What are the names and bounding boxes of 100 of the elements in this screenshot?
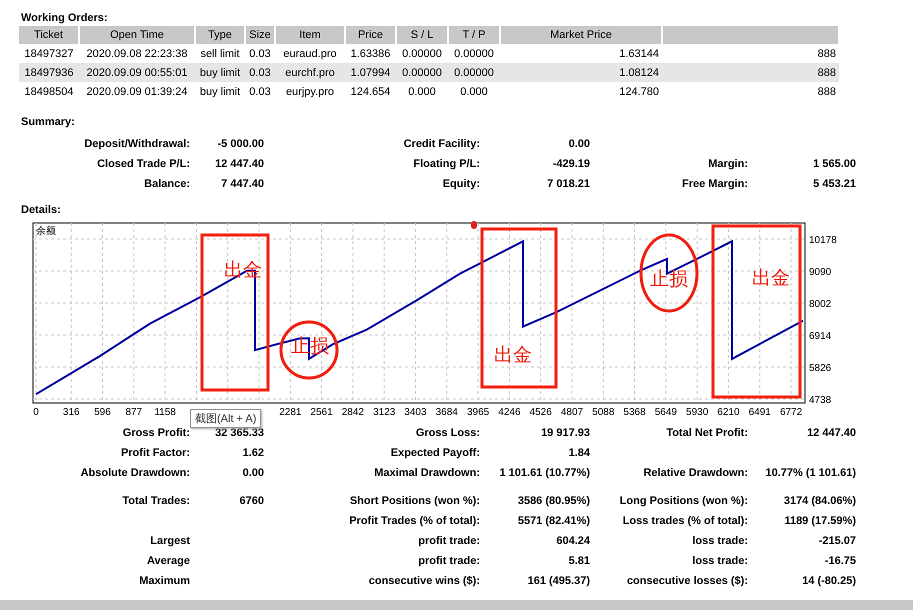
stat-value: -429.19 [552, 157, 591, 172]
table-cell: 1.07994 [345, 63, 396, 82]
stat-label: Relative Drawdown: [642, 466, 748, 481]
tooltip: 截图(Alt + A) [190, 409, 262, 428]
stat-value: 604.24 [555, 534, 591, 549]
axis-tick-label: 10178 [809, 235, 837, 246]
axis-tick-label: 5826 [809, 363, 832, 374]
stat-value: 32 365.33 [214, 426, 265, 441]
stat-label: Balance: [143, 177, 190, 192]
column-header: Price [345, 26, 396, 44]
table-cell: 0.00000 [448, 63, 500, 82]
annotation-label: 出金 [752, 268, 790, 289]
table-cell: 888 [662, 82, 839, 101]
stat-value: 1.62 [242, 446, 265, 461]
stat-label: Closed Trade P/L: [96, 157, 190, 172]
axis-tick-label: 3123 [373, 407, 396, 418]
table-cell: 2020.09.08 22:23:38 [79, 44, 195, 63]
stat-label: Loss trades (% of total): [622, 514, 748, 529]
table-cell: 124.780 [500, 82, 662, 101]
stat-label: Equity: [442, 177, 480, 192]
column-header: T / P [448, 26, 500, 44]
axis-tick-label: 4738 [809, 395, 832, 406]
stat-value: 19 917.93 [540, 426, 591, 441]
stat-label: Free Margin: [680, 177, 748, 192]
marker-icon [471, 221, 477, 229]
section-title: Summary: [20, 115, 76, 130]
stat-label: Profit Trades (% of total): [348, 514, 480, 529]
column-header: Type [195, 26, 245, 44]
stat-value: -16.75 [824, 554, 857, 569]
stat-label: Credit Facility: [402, 137, 480, 152]
table-cell: 0.00000 [396, 44, 448, 63]
stat-label: Long Positions (won %): [618, 494, 748, 509]
table-cell: 124.654 [345, 82, 396, 101]
column-header: Item [275, 26, 345, 44]
annotation-label: 止损 [650, 269, 688, 290]
axis-tick-label: 2281 [279, 407, 302, 418]
stat-value: 14 (-80.25) [801, 574, 857, 589]
stat-label: loss trade: [691, 534, 748, 549]
stat-value: 6760 [238, 494, 265, 509]
table-cell: 18498504 [19, 82, 79, 101]
stat-value: 0.00 [242, 466, 265, 481]
table-cell: 0.03 [245, 44, 275, 63]
stat-label: Total Net Profit: [665, 426, 748, 441]
stat-label: Gross Loss: [414, 426, 480, 441]
stat-value: 12 447.40 [214, 157, 265, 172]
axis-tick-label: 6914 [809, 331, 832, 342]
stat-value: -5 000.00 [216, 137, 265, 152]
axis-tick-label: 2561 [310, 407, 333, 418]
stat-label: Deposit/Withdrawal: [83, 137, 190, 152]
table-cell: euraud.pro [275, 44, 345, 63]
table-cell: eurchf.pro [275, 63, 345, 82]
stat-label: loss trade: [691, 554, 748, 569]
column-header: S / L [396, 26, 448, 44]
stat-label: Maximal Drawdown: [373, 466, 480, 481]
stat-value: 1189 (17.59%) [783, 514, 857, 529]
table-cell: buy limit [195, 82, 245, 101]
axis-tick-label: 4246 [498, 407, 521, 418]
table-cell: 0.000 [396, 82, 448, 101]
stat-value: 0.00 [568, 137, 591, 152]
stat-value: 3586 (80.95%) [516, 494, 591, 509]
axis-tick-label: 5930 [686, 407, 708, 418]
stat-label: Largest [149, 534, 190, 549]
section-title: Working Orders: [20, 11, 109, 26]
axis-tick-label: 3684 [436, 407, 458, 418]
axis-tick-label: 3965 [466, 407, 490, 418]
stat-label: Absolute Drawdown: [80, 466, 190, 481]
table-cell: 888 [662, 63, 839, 82]
table-cell: 0.03 [245, 63, 275, 82]
series-label: 余额 [36, 226, 56, 237]
axis-tick-label: 6491 [748, 407, 771, 418]
table-cell: 2020.09.09 00:55:01 [79, 63, 195, 82]
stat-label: Short Positions (won %): [348, 494, 480, 509]
table-cell: 1.08124 [500, 63, 662, 82]
table-cell: 18497936 [19, 63, 79, 82]
table-cell: 0.00000 [448, 44, 500, 63]
stat-value: 10.77% (1 101.61) [764, 466, 857, 481]
table-cell: 888 [662, 44, 839, 63]
scrollbar[interactable] [0, 600, 913, 610]
column-header: Size [245, 26, 275, 44]
stat-label: profit trade: [417, 534, 480, 549]
annotation-label: 出金 [494, 345, 532, 366]
axis-tick-label: 0 [33, 407, 39, 418]
stat-label: consecutive wins ($): [368, 574, 480, 589]
axis-tick-label: 6210 [717, 407, 740, 418]
axis-tick-label: 3403 [404, 407, 427, 418]
column-header: Open Time [79, 26, 195, 44]
stat-label: Maximum [138, 574, 190, 589]
axis-tick-label: 1158 [154, 407, 176, 418]
stat-label: profit trade: [417, 554, 480, 569]
stat-label: Expected Payoff: [390, 446, 480, 461]
stat-value: 1 565.00 [812, 157, 857, 172]
axis-tick-label: 6772 [780, 407, 802, 418]
table-cell: eurjpy.pro [275, 82, 345, 101]
stat-value: 1 101.61 (10.77%) [498, 466, 591, 481]
highlight-ellipse [280, 320, 338, 380]
table-cell: 2020.09.09 01:39:24 [79, 82, 195, 101]
axis-tick-label: 596 [94, 407, 111, 418]
table-cell: 18497327 [19, 44, 79, 63]
column-header: Ticket [19, 26, 79, 44]
stat-label: Average [146, 554, 190, 569]
